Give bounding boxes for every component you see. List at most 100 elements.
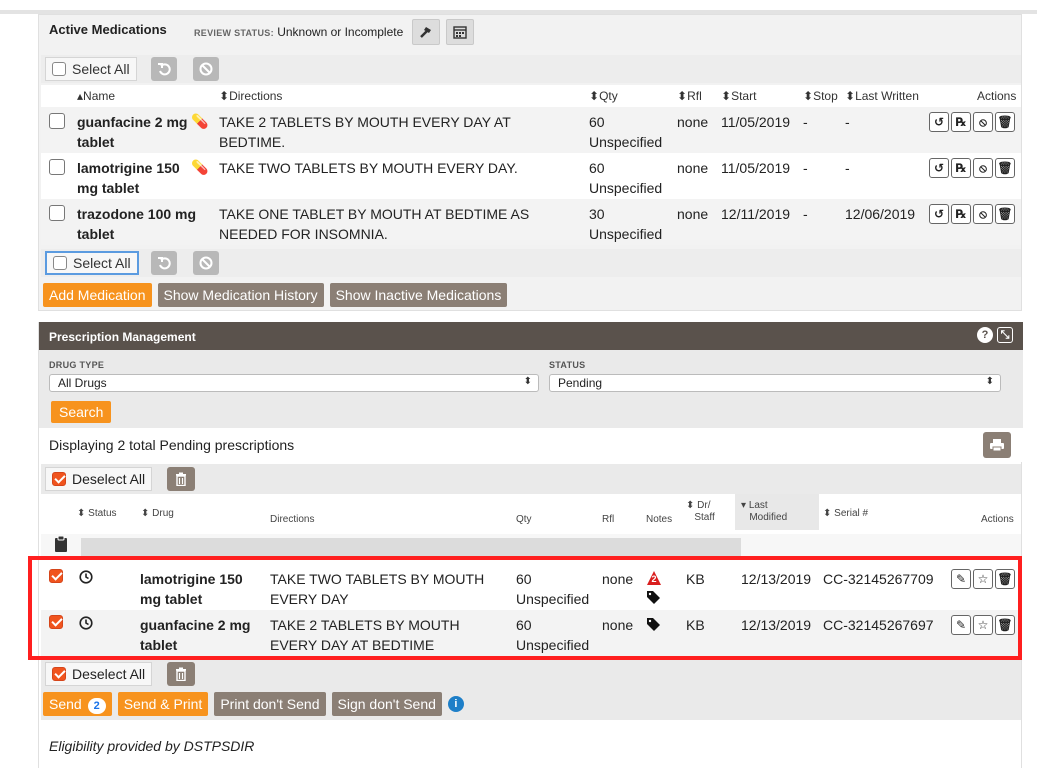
undo-icon (158, 63, 171, 76)
review-status: REVIEW STATUS: Unknown or Incomplete (194, 25, 403, 39)
ban-icon[interactable]: ⦸ (973, 158, 993, 178)
row-checkbox[interactable] (49, 159, 65, 175)
delete-selected-button[interactable] (167, 662, 195, 686)
stop-date: - (803, 206, 808, 222)
rx-icon[interactable]: ℞ (951, 158, 971, 178)
print-dont-send-button[interactable]: Print don't Send (214, 692, 326, 716)
trash-icon[interactable]: 🗑 (995, 204, 1015, 224)
rx-icon[interactable]: ℞ (951, 112, 971, 132)
col-rfl: Rfl (602, 514, 615, 525)
collapse-icon[interactable]: ⤡ (997, 327, 1013, 343)
deselect-all-checkbox[interactable] (52, 472, 66, 486)
ban-icon[interactable]: ⦸ (973, 204, 993, 224)
med-table-header: ▴Name ⬍Directions ⬍Qty ⬍Rfl ⬍Start ⬍Stop… (41, 85, 1021, 107)
last-written: - (845, 160, 850, 176)
select-arrow-icon: ⬍ (985, 376, 994, 387)
med-bottom-toolbar: Select All (41, 249, 1021, 277)
directions: TAKE TWO TABLETS BY MOUTH EVERY DAY. (219, 160, 518, 176)
row-actions: ↺ ℞ ⦸ 🗑 (929, 112, 1015, 132)
drug-name[interactable]: trazodone 100 mg tablet (77, 204, 197, 244)
trash-icon[interactable]: 🗑 (995, 112, 1015, 132)
delete-selected-button[interactable] (167, 467, 195, 491)
row-checkbox[interactable] (49, 113, 65, 129)
discontinue-selected-button[interactable] (193, 57, 219, 81)
last-written: 12/06/2019 (845, 206, 916, 222)
col-status[interactable]: ⬍ Status (77, 508, 117, 519)
deselect-all-label: Deselect All (72, 666, 146, 682)
renew-selected-button[interactable] (151, 57, 177, 81)
qty: 60 Unspecified (589, 114, 663, 150)
directions: TAKE ONE TABLET BY MOUTH AT BEDTIME AS NE… (219, 206, 530, 242)
med-row: trazodone 100 mg tablet TAKE ONE TABLET B… (41, 199, 1021, 245)
discontinue-selected-button[interactable] (193, 251, 219, 275)
last-written: - (845, 114, 850, 130)
col-actions: Actions (981, 514, 1014, 525)
refills: none (677, 206, 709, 222)
select-all-bottom[interactable]: Select All (45, 251, 139, 275)
print-button[interactable] (983, 432, 1011, 458)
show-medication-history-button[interactable]: Show Medication History (157, 283, 324, 307)
col-last-written[interactable]: ⬍Last Written (845, 89, 919, 103)
select-all-checkbox[interactable] (53, 256, 67, 270)
col-name[interactable]: ▴Name (77, 89, 115, 103)
search-button[interactable]: Search (51, 401, 112, 423)
col-rfl[interactable]: ⬍Rfl (677, 89, 702, 103)
active-medications-panel: Active Medications REVIEW STATUS: Unknow… (38, 14, 1022, 311)
qty: 30 Unspecified (589, 206, 663, 242)
help-icon[interactable]: ? (977, 327, 993, 343)
highlight-box (28, 556, 1022, 660)
pm-summary: Displaying 2 total Pending prescriptions (39, 428, 1023, 462)
pm-bottom-toolbar: Deselect All (41, 659, 1021, 689)
trash-icon (176, 667, 186, 681)
renew-icon[interactable]: ↺ (929, 204, 949, 224)
deselect-all-top[interactable]: Deselect All (45, 467, 153, 491)
send-print-button[interactable]: Send & Print (117, 692, 209, 716)
col-directions: Directions (270, 514, 315, 525)
drug-name[interactable]: guanfacine 2 mg tablet (77, 112, 197, 152)
stop-date: - (803, 114, 808, 130)
start-date: 12/11/2019 (721, 206, 791, 222)
row-actions: ↺ ℞ ⦸ 🗑 (929, 158, 1015, 178)
active-medications-title: Active Medications (49, 22, 167, 37)
trash-icon (176, 472, 186, 486)
med-row: guanfacine 2 mg tablet 💊 TAKE 2 TABLETS B… (41, 107, 1021, 153)
rx-table-header: ⬍ Status ⬍ Drug Directions Qty Rfl Notes… (41, 494, 1021, 530)
select-arrow-icon: ⬍ (523, 376, 532, 387)
col-serial[interactable]: ⬍ Serial # (823, 508, 868, 519)
renew-icon[interactable]: ↺ (929, 112, 949, 132)
drug-type-select[interactable]: All Drugs ⬍ (49, 374, 539, 392)
deselect-all-checkbox[interactable] (52, 667, 66, 681)
review-hammer-button[interactable] (412, 19, 440, 45)
renew-icon[interactable]: ↺ (929, 158, 949, 178)
send-actions-bar: Send 2 Send & Print Print don't Send Sign… (41, 688, 1021, 720)
send-button[interactable]: Send 2 (43, 692, 112, 716)
info-icon[interactable]: i (447, 696, 464, 712)
col-last-modified[interactable]: ▾ Last Modified (741, 500, 787, 524)
eligibility-note: Eligibility provided by DSTPSDIR (49, 738, 255, 754)
deselect-all-bottom[interactable]: Deselect All (45, 662, 153, 686)
col-qty[interactable]: ⬍Qty (589, 89, 618, 103)
status-select[interactable]: Pending ⬍ (549, 374, 1001, 392)
select-all-checkbox[interactable] (52, 62, 66, 76)
review-calendar-button[interactable] (446, 19, 474, 45)
rx-icon[interactable]: ℞ (951, 204, 971, 224)
select-all-top[interactable]: Select All (45, 57, 137, 81)
col-drug[interactable]: ⬍ Drug (141, 508, 174, 519)
col-dr-staff[interactable]: ⬍ Dr/ Staff (686, 500, 715, 524)
col-stop[interactable]: ⬍Stop (803, 89, 838, 103)
show-inactive-medications-button[interactable]: Show Inactive Medications (329, 283, 508, 307)
pm-header: Prescription Management ? ⤡ (39, 322, 1023, 350)
pill-icon: 💊 (191, 113, 209, 129)
col-directions[interactable]: ⬍Directions (219, 89, 282, 103)
col-start[interactable]: ⬍Start (721, 89, 756, 103)
drug-name[interactable]: lamotrigine 150 mg tablet (77, 158, 197, 198)
row-checkbox[interactable] (49, 205, 65, 221)
ban-icon[interactable]: ⦸ (973, 112, 993, 132)
undo-icon (158, 257, 171, 270)
sign-dont-send-button[interactable]: Sign don't Send (331, 692, 442, 716)
renew-selected-button[interactable] (151, 251, 177, 275)
directions: TAKE 2 TABLETS BY MOUTH EVERY DAY AT BEDT… (219, 114, 511, 150)
add-medication-button[interactable]: Add Medication (43, 283, 152, 307)
trash-icon[interactable]: 🗑 (995, 158, 1015, 178)
stop-date: - (803, 160, 808, 176)
